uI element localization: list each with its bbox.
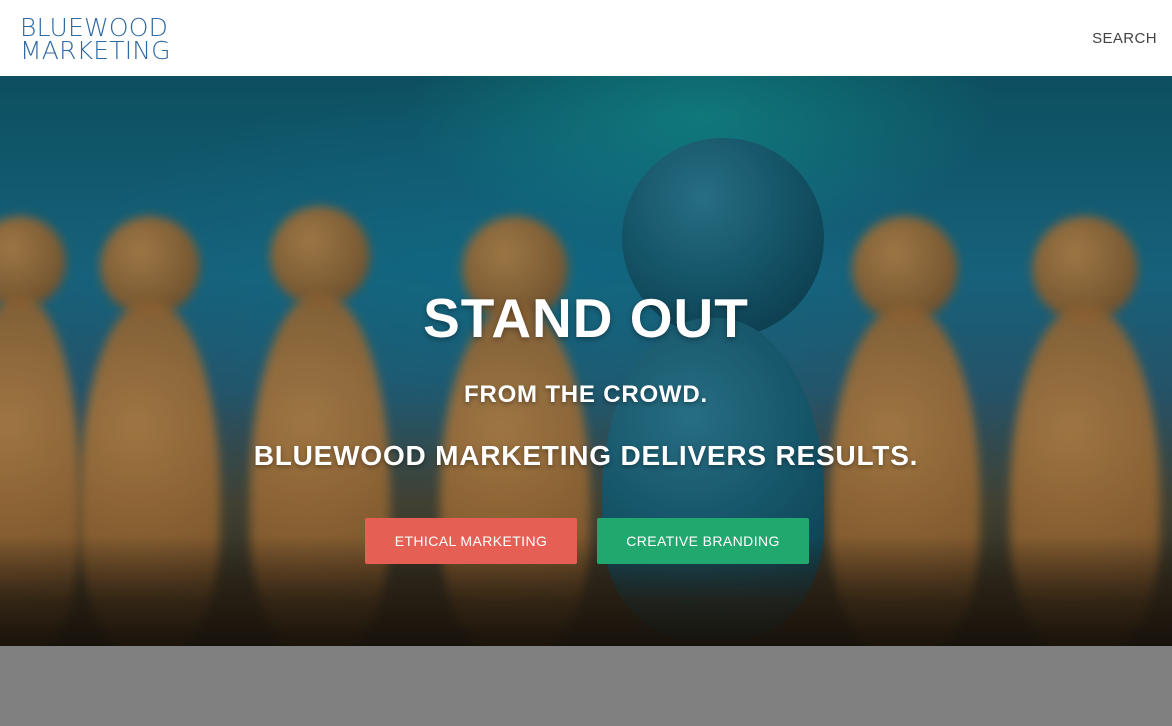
hero-overlay [0,76,1172,646]
site-header: BLUEWOOD MARKETING SEARCH [0,0,1172,76]
page-below-hero [0,646,1172,726]
hero-title: STAND OUT [423,287,749,349]
logo-line-2: MARKETING [20,36,171,65]
search-link[interactable]: SEARCH [1092,30,1157,47]
creative-branding-button[interactable]: CREATIVE BRANDING [597,518,809,564]
hero-banner: STAND OUT FROM THE CROWD. BLUEWOOD MARKE… [0,76,1172,646]
hero-subtitle: FROM THE CROWD. [464,381,708,408]
site-logo[interactable]: BLUEWOOD MARKETING [20,15,171,65]
ethical-marketing-button[interactable]: ETHICAL MARKETING [365,518,577,564]
hero-tagline: BLUEWOOD MARKETING DELIVERS RESULTS. [253,440,919,471]
